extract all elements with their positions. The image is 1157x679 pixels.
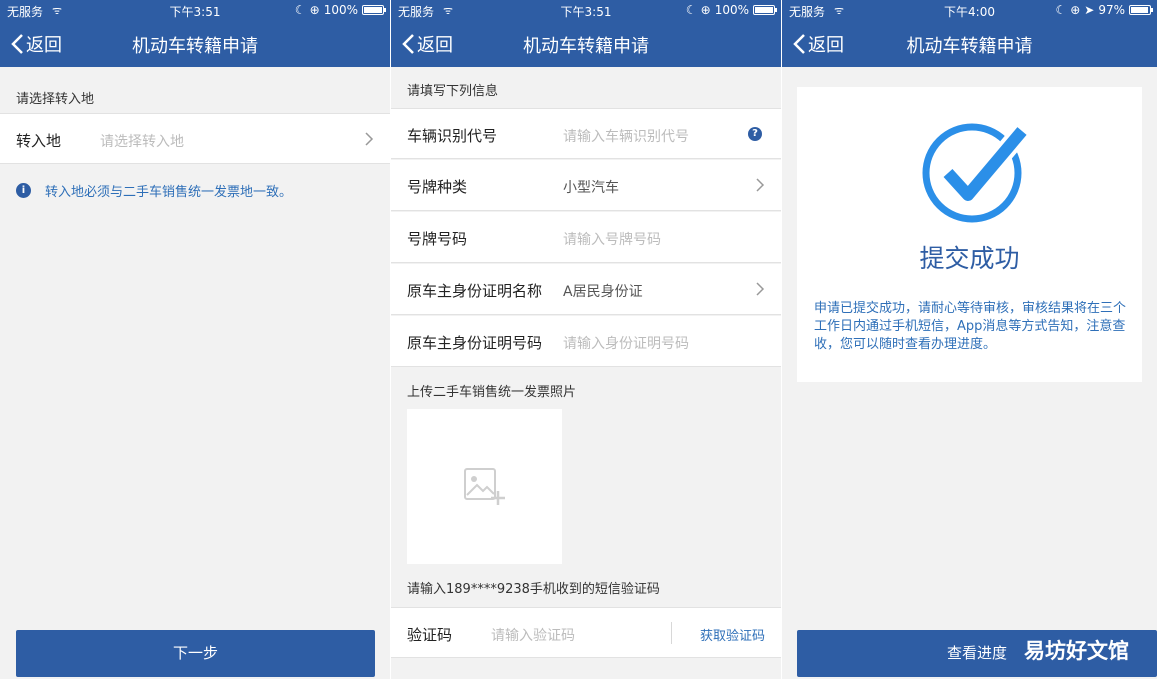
success-check-icon xyxy=(922,123,1030,223)
success-title: 提交成功 xyxy=(919,244,1020,273)
success-message: 申请已提交成功，请耐心等待审核，审核结果将在三个工作日内通过手机短信，App消息… xyxy=(814,301,1127,352)
notice: i 转入地必须与二手车销售统一发票地一致。 xyxy=(16,181,292,200)
status-right: ☾ ⊕ ➤ 97% xyxy=(1055,3,1153,17)
section-label: 请填写下列信息 xyxy=(407,84,499,99)
nav-bar: 返回 机动车转籍申请 xyxy=(782,22,1157,67)
id-type-value: A居民身份证 xyxy=(563,284,643,300)
plate-number-row[interactable]: 号牌号码 请输入号牌号码 xyxy=(391,212,781,263)
vin-row[interactable]: 车辆识别代号 请输入车辆识别代号 ? xyxy=(391,108,781,159)
plate-type-label: 号牌种类 xyxy=(407,178,468,196)
chevron-right-icon xyxy=(365,132,374,146)
id-type-label: 原车主身份证明名称 xyxy=(407,282,543,300)
status-bar: 无服务 ᯤ 下午3:51 ☾ ⊕ 100% xyxy=(391,0,781,22)
destination-label: 转入地 xyxy=(16,132,62,150)
battery-percent: 97% xyxy=(1098,3,1125,17)
plate-type-value: 小型汽车 xyxy=(563,180,619,196)
screen-fill-info: 无服务 ᯤ 下午3:51 ☾ ⊕ 100% 返回 机动车转籍申请 请填写下列信息… xyxy=(391,0,781,679)
notice-text: 转入地必须与二手车销售统一发票地一致。 xyxy=(45,185,293,200)
info-icon: i xyxy=(16,183,31,198)
rotation-lock-icon: ⊕ xyxy=(700,3,711,17)
plate-type-row[interactable]: 号牌种类 小型汽车 xyxy=(391,160,781,211)
sms-label: 请输入189****9238手机收到的短信验证码 xyxy=(407,582,660,597)
plate-number-input: 请输入号牌号码 xyxy=(563,232,661,248)
vin-input: 请输入车辆识别代号 xyxy=(563,129,689,145)
rotation-lock-icon: ⊕ xyxy=(1070,3,1081,17)
status-bar: 无服务 ᯤ 下午3:51 ☾ ⊕ 100% xyxy=(0,0,390,22)
page-title: 机动车转籍申请 xyxy=(906,36,1033,57)
status-bar: 无服务 ᯤ 下午4:00 ☾ ⊕ ➤ 97% xyxy=(782,0,1157,22)
screen-submit-success: 无服务 ᯤ 下午4:00 ☾ ⊕ ➤ 97% 返回 机动车转籍申请 提交成功 申… xyxy=(782,0,1157,679)
help-icon[interactable]: ? xyxy=(748,127,762,141)
id-number-input: 请输入身份证明号码 xyxy=(563,336,689,352)
destination-placeholder: 请选择转入地 xyxy=(100,134,184,150)
vin-label: 车辆识别代号 xyxy=(407,127,498,145)
battery-icon xyxy=(362,5,386,15)
upload-photo-box[interactable] xyxy=(407,409,562,564)
battery-fill xyxy=(755,7,773,13)
destination-row[interactable]: 转入地 请选择转入地 xyxy=(0,113,390,164)
chevron-right-icon xyxy=(756,282,765,296)
code-label: 验证码 xyxy=(407,626,453,644)
moon-icon: ☾ xyxy=(1055,3,1067,17)
moon-icon: ☾ xyxy=(294,3,306,17)
divider xyxy=(671,622,672,644)
id-number-row[interactable]: 原车主身份证明号码 请输入身份证明号码 xyxy=(391,316,781,367)
add-image-icon xyxy=(464,468,505,505)
nav-bar: 返回 机动车转籍申请 xyxy=(0,22,390,67)
status-right: ☾ ⊕ 100% xyxy=(685,3,777,17)
section-label: 请选择转入地 xyxy=(16,92,95,107)
moon-icon: ☾ xyxy=(685,3,697,17)
battery-icon xyxy=(1129,5,1153,15)
next-button[interactable]: 下一步 xyxy=(16,630,375,677)
plate-number-label: 号牌号码 xyxy=(407,230,468,248)
chevron-right-icon xyxy=(756,178,765,192)
get-code-button[interactable]: 获取验证码 xyxy=(700,625,765,644)
code-input[interactable]: 请输入验证码 xyxy=(491,625,575,645)
screen-select-destination: 无服务 ᯤ 下午3:51 ☾ ⊕ 100% 返回 机动车转籍申请 请选择转入地 … xyxy=(0,0,390,679)
nav-bar: 返回 机动车转籍申请 xyxy=(391,22,781,67)
code-row: 验证码 请输入验证码 获取验证码 xyxy=(391,607,781,658)
page-title: 机动车转籍申请 xyxy=(523,36,649,57)
battery-percent: 100% xyxy=(323,3,358,17)
battery-icon xyxy=(753,5,777,15)
battery-percent: 100% xyxy=(714,3,749,17)
page-title: 机动车转籍申请 xyxy=(132,36,258,57)
rotation-lock-icon: ⊕ xyxy=(309,3,320,17)
id-type-row[interactable]: 原车主身份证明名称 A居民身份证 xyxy=(391,264,781,315)
view-progress-label: 查看进度 xyxy=(946,644,1007,662)
watermark: 易坊好文馆 xyxy=(1024,639,1129,663)
upload-label: 上传二手车销售统一发票照片 xyxy=(407,385,577,400)
id-number-label: 原车主身份证明号码 xyxy=(407,334,543,352)
location-icon: ➤ xyxy=(1084,3,1095,17)
success-card: 提交成功 申请已提交成功，请耐心等待审核，审核结果将在三个工作日内通过手机短信，… xyxy=(797,87,1142,382)
battery-fill xyxy=(1131,7,1149,13)
battery-fill xyxy=(364,7,382,13)
status-right: ☾ ⊕ 100% xyxy=(294,3,386,17)
